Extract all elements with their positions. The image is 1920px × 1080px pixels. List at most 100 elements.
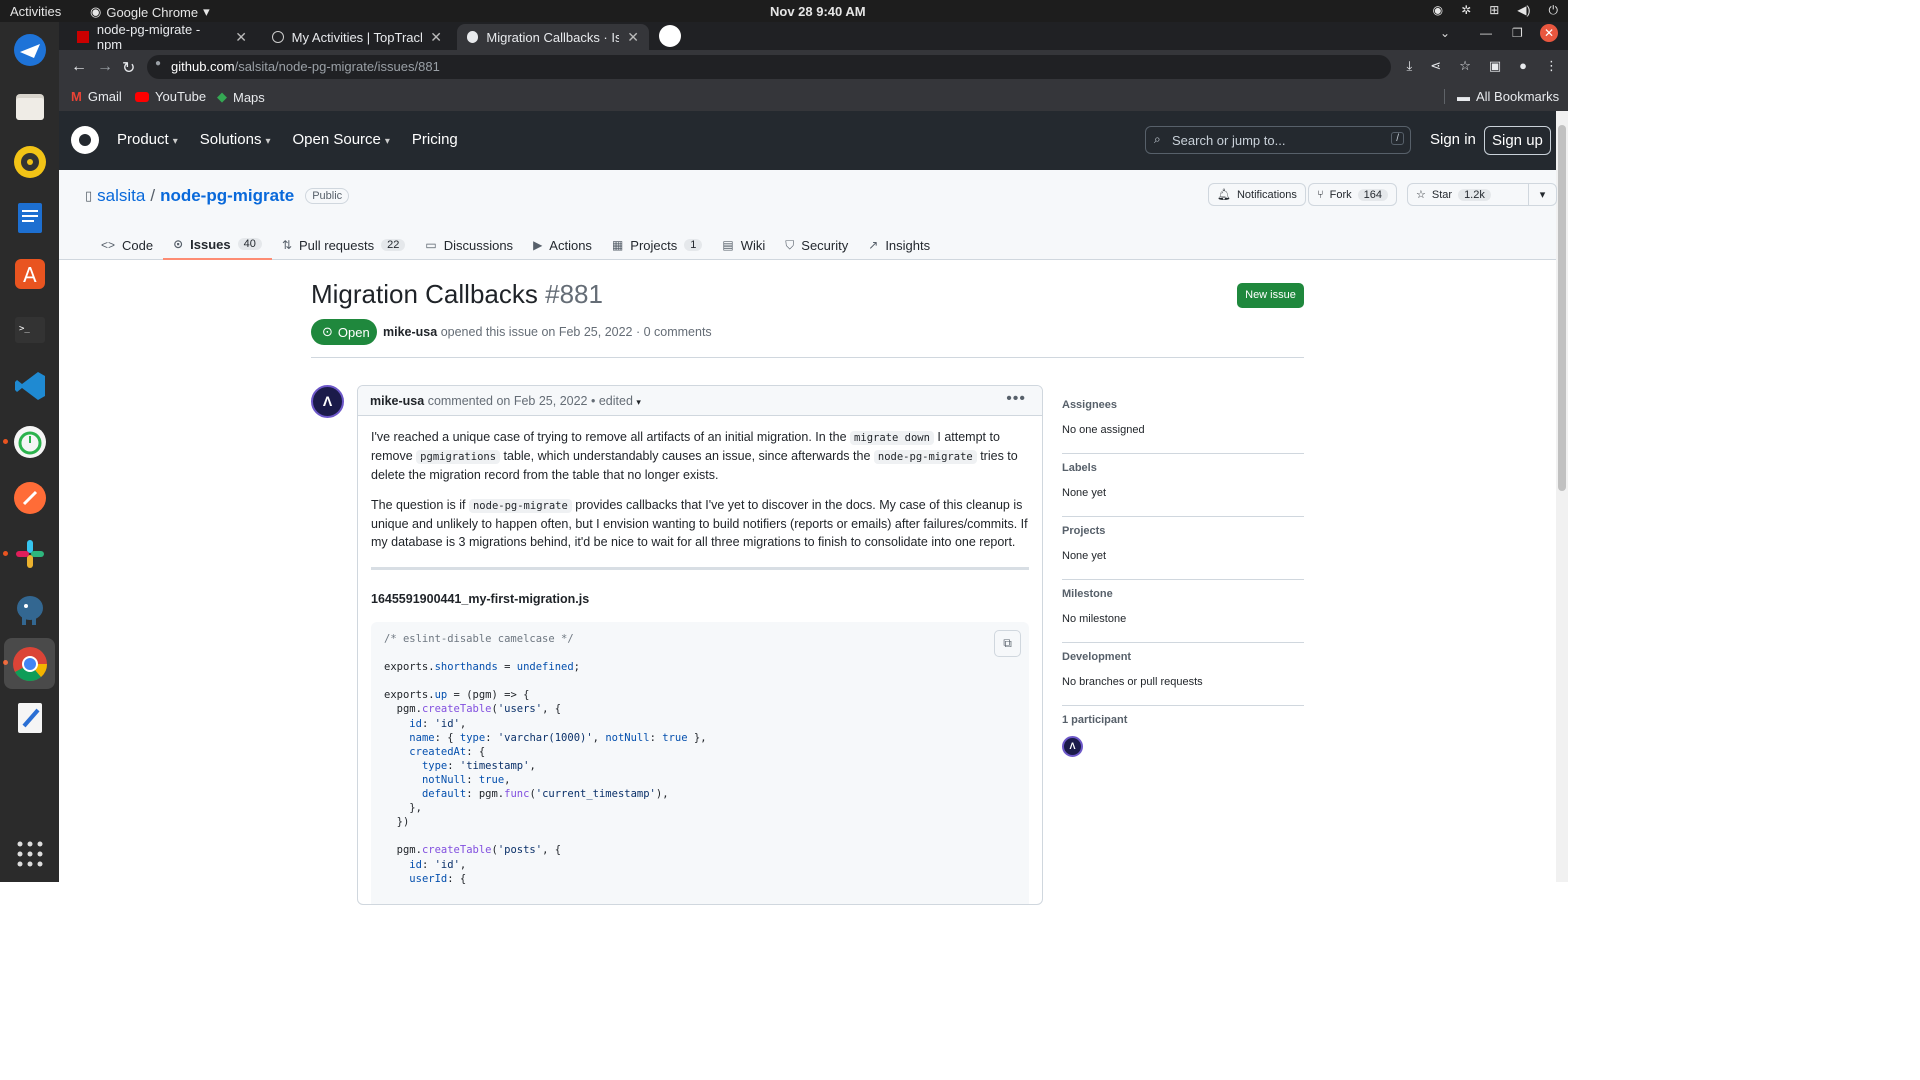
nav-solutions[interactable]: Solutions ▾ (200, 131, 271, 148)
profile-icon[interactable]: ● (1519, 58, 1527, 74)
fork-button[interactable]: ⑂ Fork 164 (1308, 183, 1397, 206)
tab-issues[interactable]: ⊙ Issues 40 (163, 230, 272, 260)
app-menu[interactable]: ◉ Google Chrome ▾ (90, 4, 210, 20)
tab-wiki[interactable]: ▤ Wiki (712, 230, 775, 260)
issue-opened-text: opened this issue on Feb 25, 2022 · 0 co… (440, 325, 712, 339)
star-dropdown-button[interactable]: ▾ (1528, 183, 1557, 206)
tab-discussions[interactable]: ▭ Discussions (415, 230, 523, 260)
rhythmbox-icon[interactable] (8, 140, 51, 183)
sign-in-link[interactable]: Sign in (1430, 131, 1476, 148)
chrome-icon: ◉ (90, 4, 102, 19)
repo-owner-link[interactable]: salsita (97, 186, 145, 206)
chevron-down-icon: ▾ (265, 136, 271, 147)
sidebar-heading: Assignees (1062, 399, 1118, 411)
menu-icon[interactable]: ⋮ (1545, 58, 1558, 74)
tab-count: 40 (237, 238, 262, 250)
more-options-icon[interactable]: ••• (1006, 390, 1026, 408)
svg-text:>_: >_ (19, 324, 30, 334)
sidebar-value: No one assigned (1062, 424, 1145, 436)
postgresql-icon[interactable] (8, 588, 51, 631)
minimize-icon[interactable]: — (1480, 26, 1492, 40)
bookmark-gmail[interactable]: M Gmail (71, 89, 122, 104)
code-icon: <> (101, 238, 116, 252)
sidebar-milestone: Milestone No milestone (1062, 580, 1304, 643)
forward-icon[interactable]: → (97, 58, 113, 76)
terminal-icon[interactable]: >_ (8, 308, 51, 351)
sidebar-labels: Labels None yet (1062, 454, 1304, 517)
bookmark-star-icon[interactable]: ☆ (1459, 58, 1471, 74)
activities-button[interactable]: Activities (10, 4, 61, 19)
close-tab-icon[interactable]: ✕ (430, 29, 442, 46)
show-apps-icon[interactable] (8, 832, 51, 875)
star-button[interactable]: ☆ Star 1.2k (1407, 183, 1529, 206)
comment-meta[interactable]: commented on Feb 25, 2022 • edited (428, 394, 633, 408)
new-tab-button[interactable] (659, 25, 681, 47)
tab-github-issue[interactable]: Migration Callbacks · Issu ✕ (457, 24, 649, 50)
writer-icon[interactable] (8, 196, 51, 239)
bookmark-youtube[interactable]: YouTube (135, 89, 206, 104)
sidebar-value: None yet (1062, 550, 1107, 562)
comment-paragraph: I've reached a unique case of trying to … (371, 428, 1029, 484)
chevron-down-icon[interactable]: ▾ (636, 397, 641, 407)
text-editor-icon[interactable] (8, 696, 51, 739)
tab-pull-requests[interactable]: ⇅ Pull requests 22 (272, 230, 415, 260)
chevron-down-icon: ▾ (384, 136, 390, 147)
issue-author-link[interactable]: mike-usa (383, 325, 437, 339)
install-icon[interactable]: ⤓ (1407, 58, 1413, 74)
page-scrollbar[interactable] (1556, 111, 1568, 882)
address-bar[interactable]: ● github.com/salsita/node-pg-migrate/iss… (147, 55, 1391, 79)
restore-icon[interactable]: ❐ (1512, 26, 1523, 40)
code-block: /* eslint-disable camelcase */ exports.s… (371, 622, 1029, 904)
scrollbar-thumb[interactable] (1558, 125, 1566, 491)
npm-favicon-icon (77, 31, 89, 43)
vscode-icon[interactable] (8, 364, 51, 407)
share-icon[interactable]: ⋖ (1430, 58, 1441, 74)
tab-toptracker[interactable]: My Activities | TopTracker ✕ (262, 24, 452, 50)
tab-label: Actions (549, 237, 592, 253)
sign-up-button[interactable]: Sign up (1484, 126, 1551, 155)
tab-actions[interactable]: ▶ Actions (523, 230, 602, 260)
clock[interactable]: Nov 28 9:40 AM (770, 4, 866, 19)
tab-insights[interactable]: ↗ Insights (858, 230, 940, 260)
new-issue-button[interactable]: New issue (1237, 283, 1304, 308)
nav-open-source[interactable]: Open Source ▾ (292, 131, 389, 148)
nav-pricing[interactable]: Pricing (412, 131, 458, 148)
tab-title: node-pg-migrate - npm (96, 22, 201, 52)
issue-open-icon: ⊙ (322, 324, 333, 339)
search-input[interactable]: ⌕ Search or jump to... / (1145, 126, 1411, 154)
bookmark-maps[interactable]: ◆ Maps (217, 89, 265, 105)
copy-icon[interactable]: ⧉ (994, 630, 1021, 657)
github-logo-icon[interactable] (71, 126, 99, 154)
system-tray[interactable]: ◉ ✲ ⊞ ◀) ⏻ (1433, 3, 1558, 18)
reload-icon[interactable]: ↻ (122, 58, 135, 78)
tab-label: Insights (885, 237, 931, 253)
site-info-icon[interactable]: ● (155, 58, 161, 69)
close-tab-icon[interactable]: ✕ (235, 29, 247, 46)
close-tab-icon[interactable]: ✕ (627, 29, 639, 46)
back-icon[interactable]: ← (71, 58, 87, 76)
slack-icon[interactable] (8, 532, 51, 575)
bookmarks-bar: M Gmail YouTube ◆ Maps ▬ All Bookmarks (59, 84, 1568, 111)
tab-npm[interactable]: node-pg-migrate - npm ✕ (67, 22, 257, 52)
comment-author-link[interactable]: mike-usa (370, 394, 424, 408)
app-center-icon[interactable]: A (8, 252, 51, 295)
postman-icon[interactable] (8, 476, 51, 519)
toptracker-icon[interactable] (8, 420, 51, 463)
all-bookmarks[interactable]: ▬ All Bookmarks (1444, 89, 1559, 104)
close-window-icon[interactable]: ✕ (1540, 24, 1558, 42)
sidebar-participants: 1 participant Λ (1062, 706, 1304, 769)
notifications-button[interactable]: 🔔︎ Notifications (1208, 183, 1306, 206)
tab-code[interactable]: <> Code (91, 230, 163, 260)
tab-security[interactable]: ⛉ Security (775, 230, 858, 260)
repo-name-link[interactable]: node-pg-migrate (160, 186, 294, 206)
avatar[interactable]: Λ (311, 385, 344, 418)
tab-projects[interactable]: ▦ Projects 1 (602, 230, 712, 260)
files-icon[interactable] (8, 84, 51, 127)
nav-product[interactable]: Product ▾ (117, 131, 178, 148)
participant-avatar[interactable]: Λ (1062, 736, 1083, 757)
sidebar-development: Development No branches or pull requests (1062, 643, 1304, 706)
thunderbird-icon[interactable] (8, 28, 51, 71)
chrome-dock-icon[interactable] (4, 638, 55, 689)
side-panel-icon[interactable]: ▣ (1489, 58, 1501, 74)
tab-search-icon[interactable]: ⌄ (1440, 26, 1450, 40)
